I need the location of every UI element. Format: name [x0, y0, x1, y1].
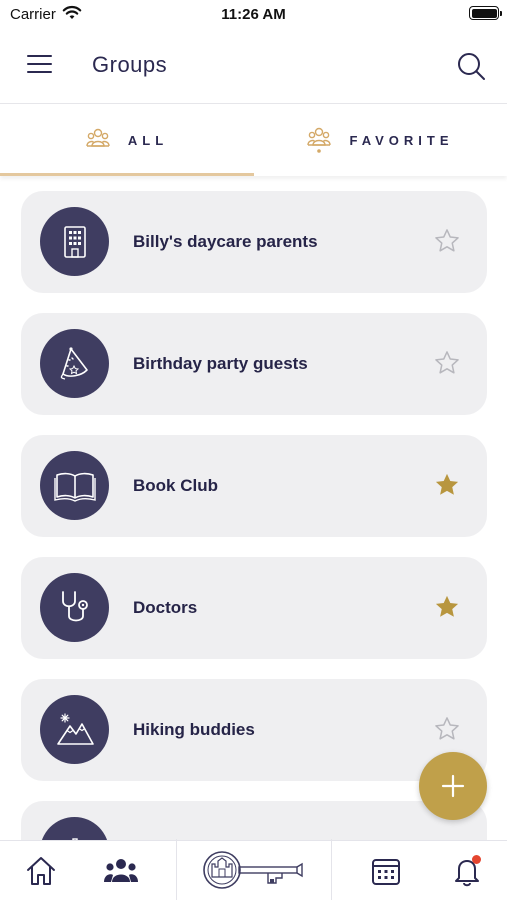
party-hat-icon	[40, 329, 109, 398]
active-tab-indicator	[0, 173, 254, 176]
group-item-billys-daycare-parents[interactable]: Billy's daycare parents	[21, 191, 487, 293]
group-item-book-club[interactable]: Book Club	[21, 435, 487, 537]
group-name: Doctors	[133, 598, 198, 617]
key-logo[interactable]	[176, 839, 332, 900]
group-item-hiking-buddies[interactable]: Hiking buddies	[21, 679, 487, 781]
page-title: Groups	[92, 52, 168, 77]
group-item-partial[interactable]	[21, 801, 487, 840]
group-avatar-icon	[40, 817, 109, 840]
star-outline-icon[interactable]	[433, 349, 461, 377]
groups-icon[interactable]	[101, 851, 141, 891]
bell-icon[interactable]	[447, 851, 487, 891]
plus-icon	[441, 774, 465, 798]
group-list: Billy's daycare parents Birthday party g…	[0, 176, 507, 840]
book-icon	[40, 451, 109, 520]
star-filled-icon[interactable]	[433, 471, 461, 499]
hamburger-menu-icon[interactable]	[24, 52, 56, 78]
star-outline-icon[interactable]	[433, 227, 461, 255]
people-favorite-icon	[307, 126, 332, 154]
group-item-doctors[interactable]: Doctors	[21, 557, 487, 659]
mountain-icon	[40, 695, 109, 764]
tab-all-label: ALL	[127, 132, 169, 148]
battery-icon	[469, 6, 502, 20]
star-outline-icon[interactable]	[433, 715, 461, 743]
notification-badge	[472, 855, 481, 864]
group-name: Billy's daycare parents	[133, 232, 318, 251]
app-header: Groups	[0, 30, 507, 104]
group-name: Birthday party guests	[133, 354, 308, 373]
tab-bar: ALL FAVORITE	[0, 104, 507, 176]
tab-favorite-label: FAVORITE	[349, 132, 454, 148]
group-item-birthday-party-guests[interactable]: Birthday party guests	[21, 313, 487, 415]
building-icon	[40, 207, 109, 276]
status-bar: Carrier 11:26 AM	[0, 0, 507, 30]
bottom-nav	[0, 839, 507, 900]
group-name: Hiking buddies	[133, 720, 255, 739]
calendar-icon[interactable]	[366, 851, 406, 891]
tab-favorite[interactable]: FAVORITE	[254, 104, 507, 176]
group-name: Book Club	[133, 476, 218, 495]
home-icon[interactable]	[21, 851, 61, 891]
star-filled-icon[interactable]	[433, 593, 461, 621]
people-icon	[86, 127, 110, 154]
stethoscope-icon	[40, 573, 109, 642]
clock: 11:26 AM	[221, 6, 286, 23]
add-group-button[interactable]	[419, 752, 487, 820]
search-icon[interactable]	[454, 49, 488, 83]
tab-all[interactable]: ALL	[0, 104, 254, 176]
